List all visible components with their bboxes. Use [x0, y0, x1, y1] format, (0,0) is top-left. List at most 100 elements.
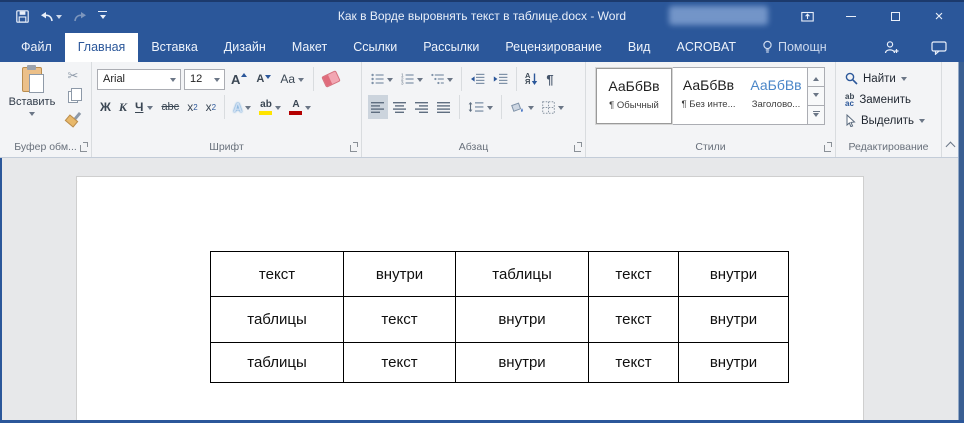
- tab-file[interactable]: Файл: [8, 33, 65, 62]
- undo-button[interactable]: [40, 11, 62, 23]
- font-family-caret[interactable]: [170, 78, 176, 85]
- format-painter-button[interactable]: [62, 110, 84, 128]
- copy-button[interactable]: [62, 88, 84, 106]
- paragraph-dialog-launcher[interactable]: [574, 145, 581, 152]
- sort-button[interactable]: АЯ: [522, 67, 541, 91]
- table-cell[interactable]: текст: [589, 252, 679, 297]
- style-no-spacing[interactable]: АаБбВв ¶ Без инте...: [672, 68, 745, 124]
- bullets-caret[interactable]: [387, 78, 393, 85]
- line-spacing-button[interactable]: [465, 95, 496, 119]
- tell-me-box[interactable]: Помощн: [749, 33, 840, 62]
- style-heading[interactable]: АаБбВв Заголово...: [745, 68, 807, 124]
- tab-review[interactable]: Рецензирование: [492, 33, 615, 62]
- tab-view[interactable]: Вид: [615, 33, 664, 62]
- font-color-button[interactable]: А: [286, 95, 314, 119]
- clipboard-dialog-launcher[interactable]: [80, 145, 87, 152]
- clear-formatting-button[interactable]: [320, 67, 342, 91]
- table-cell[interactable]: текст: [589, 343, 679, 383]
- cut-button[interactable]: ✂: [62, 66, 84, 84]
- font-family-combobox[interactable]: Arial: [97, 69, 181, 90]
- underline-caret[interactable]: [147, 106, 153, 113]
- tab-layout[interactable]: Макет: [279, 33, 340, 62]
- table-cell[interactable]: внутри: [679, 252, 789, 297]
- table-cell[interactable]: таблицы: [211, 343, 344, 383]
- table-cell[interactable]: внутри: [456, 343, 589, 383]
- table-cell[interactable]: текст: [589, 297, 679, 343]
- font-size-combobox[interactable]: 12: [184, 69, 225, 90]
- find-caret[interactable]: [901, 77, 907, 84]
- styles-scroll-down-button[interactable]: [808, 87, 824, 106]
- superscript-button[interactable]: x2: [203, 95, 219, 119]
- paste-dropdown-caret[interactable]: [29, 112, 35, 119]
- maximize-button[interactable]: [880, 2, 910, 30]
- text-highlight-button[interactable]: ab: [256, 95, 284, 119]
- line-spacing-caret[interactable]: [487, 106, 493, 113]
- justify-button[interactable]: [434, 95, 454, 119]
- table-cell[interactable]: текст: [344, 343, 456, 383]
- undo-dropdown-caret[interactable]: [56, 15, 62, 22]
- bullets-button[interactable]: [368, 67, 396, 91]
- shrink-font-button[interactable]: A: [253, 67, 274, 91]
- replace-button[interactable]: abac Заменить: [836, 89, 941, 110]
- customize-qat-button[interactable]: [98, 11, 107, 22]
- shading-caret[interactable]: [528, 106, 534, 113]
- comments-button[interactable]: [914, 33, 964, 62]
- paste-button[interactable]: Вставить: [6, 65, 58, 135]
- decrease-indent-button[interactable]: [467, 67, 488, 91]
- tab-mailings[interactable]: Рассылки: [410, 33, 492, 62]
- select-button[interactable]: Выделить: [836, 110, 941, 131]
- document-page[interactable]: текст внутри таблицы текст внутри таблиц…: [76, 176, 864, 423]
- numbering-caret[interactable]: [417, 78, 423, 85]
- table-cell[interactable]: внутри: [679, 297, 789, 343]
- align-left-button[interactable]: [368, 95, 388, 119]
- select-caret[interactable]: [919, 119, 925, 126]
- table-cell[interactable]: внутри: [679, 343, 789, 383]
- change-case-button[interactable]: Aa: [277, 67, 307, 91]
- table-cell[interactable]: таблицы: [456, 252, 589, 297]
- close-button[interactable]: ×: [924, 2, 954, 30]
- italic-button[interactable]: К: [116, 95, 130, 119]
- ribbon-display-options-button[interactable]: [792, 2, 822, 30]
- shading-button[interactable]: [507, 95, 537, 119]
- borders-caret[interactable]: [558, 106, 564, 113]
- styles-dialog-launcher[interactable]: [824, 145, 831, 152]
- multilevel-caret[interactable]: [447, 78, 453, 85]
- tab-design[interactable]: Дизайн: [211, 33, 279, 62]
- find-button[interactable]: Найти: [836, 68, 941, 89]
- styles-more-button[interactable]: [808, 106, 824, 124]
- font-dialog-launcher[interactable]: [350, 145, 357, 152]
- increase-indent-button[interactable]: [490, 67, 511, 91]
- font-size-caret[interactable]: [214, 78, 220, 85]
- minimize-button[interactable]: [836, 2, 866, 30]
- table-cell[interactable]: внутри: [344, 252, 456, 297]
- table-cell[interactable]: таблицы: [211, 297, 344, 343]
- table-cell[interactable]: текст: [211, 252, 344, 297]
- styles-scroll-up-button[interactable]: [808, 68, 824, 87]
- strikethrough-button[interactable]: abc: [158, 95, 182, 119]
- collapse-ribbon-button[interactable]: [947, 141, 955, 149]
- text-effects-button[interactable]: А: [230, 95, 254, 119]
- sign-in-button[interactable]: [870, 33, 914, 62]
- underline-button[interactable]: Ч: [132, 95, 156, 119]
- tab-home[interactable]: Главная: [65, 33, 139, 62]
- redo-button[interactable]: [73, 11, 87, 23]
- save-button[interactable]: [16, 10, 29, 23]
- grow-font-button[interactable]: A: [228, 67, 250, 91]
- font-color-caret[interactable]: [305, 106, 311, 113]
- table-cell[interactable]: внутри: [456, 297, 589, 343]
- align-center-button[interactable]: [390, 95, 410, 119]
- tab-insert[interactable]: Вставка: [138, 33, 210, 62]
- align-right-button[interactable]: [412, 95, 432, 119]
- tab-references[interactable]: Ссылки: [340, 33, 410, 62]
- show-formatting-button[interactable]: ¶: [543, 67, 556, 91]
- borders-button[interactable]: [539, 95, 567, 119]
- multilevel-list-button[interactable]: [428, 67, 456, 91]
- subscript-button[interactable]: x2: [184, 95, 200, 119]
- user-name-redacted[interactable]: [669, 6, 768, 25]
- highlight-caret[interactable]: [275, 106, 281, 113]
- numbering-button[interactable]: 123: [398, 67, 426, 91]
- window-right-border[interactable]: [958, 62, 964, 423]
- text-effects-caret[interactable]: [245, 106, 251, 113]
- style-normal[interactable]: АаБбВв ¶ Обычный: [596, 68, 672, 124]
- tab-acrobat[interactable]: ACROBAT: [663, 33, 749, 62]
